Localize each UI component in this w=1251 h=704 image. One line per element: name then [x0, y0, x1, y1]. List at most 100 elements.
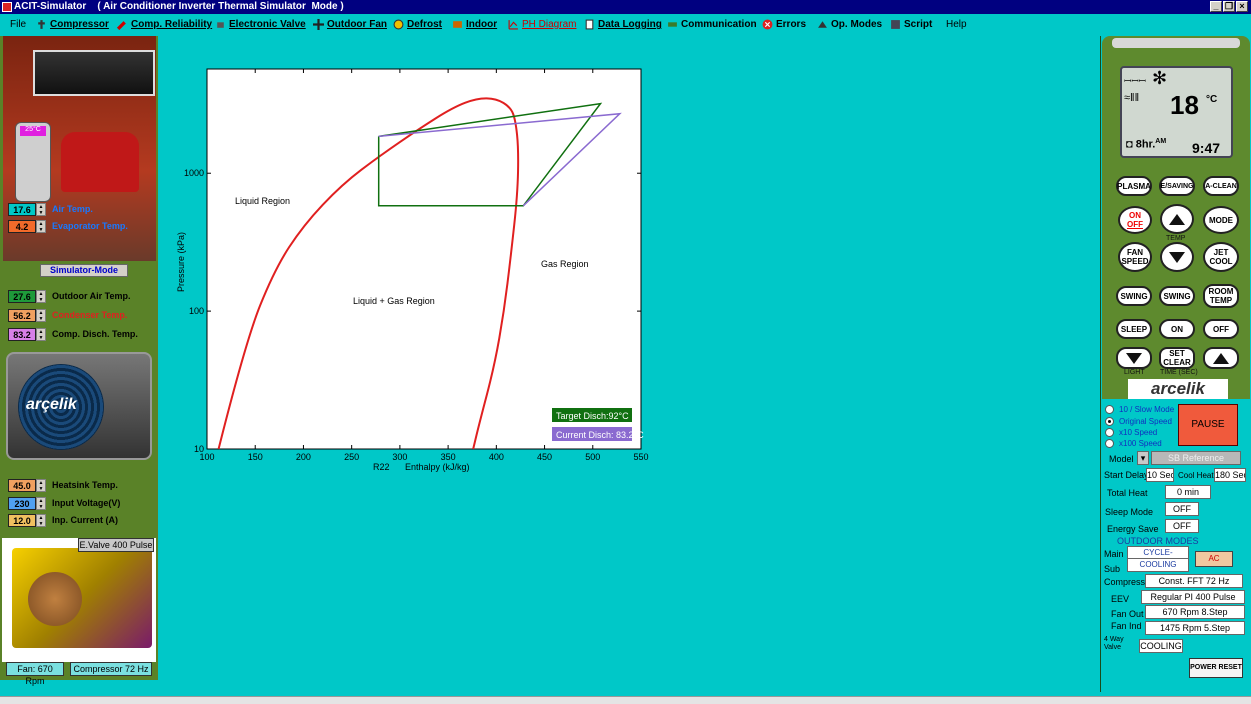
temp-up-icon: [1169, 213, 1185, 225]
timer-off-button[interactable]: OFF: [1203, 319, 1239, 339]
simulator-mode-button[interactable]: Simulator-Mode: [40, 264, 128, 277]
app-icon: [2, 2, 12, 12]
pause-button[interactable]: PAUSE: [1178, 404, 1238, 446]
compress-field: Const. FFT 72 Hz: [1145, 574, 1243, 588]
start-delay-field[interactable]: 10 Sec: [1146, 468, 1174, 482]
condenser-spinner[interactable]: ▲ ▼: [36, 308, 46, 322]
evap-temp-row: 4.2 ▲ ▼ Evaporator Temp.: [8, 219, 128, 233]
aclean-button[interactable]: A-CLEAN: [1203, 176, 1239, 196]
set-clear-button[interactable]: SET CLEAR: [1159, 347, 1195, 369]
cool-heat-field[interactable]: 180 Sec: [1214, 468, 1246, 482]
timer-on-button[interactable]: ON: [1159, 319, 1195, 339]
input-current-value[interactable]: 12.0: [8, 513, 36, 527]
input-voltage-spinner[interactable]: ▲ ▼: [36, 496, 46, 510]
speed-x10-radio[interactable]: x10 Speed: [1105, 427, 1157, 438]
menu-comp-reliability[interactable]: Comp. Reliability: [117, 19, 212, 30]
heatsink-spinner[interactable]: ▲ ▼: [36, 478, 46, 492]
wrench-icon: [117, 21, 126, 30]
air-temp-value[interactable]: 17.6: [8, 202, 36, 216]
swing-icon: ≈‖‖: [1124, 92, 1140, 104]
x-axis-label: Enthalpy (kJ/kg): [405, 462, 470, 472]
fan-bars-icon: ꟷꟷꟷ: [1124, 76, 1146, 86]
evap-temp-spinner[interactable]: ▲ ▼: [36, 219, 46, 233]
plasma-button[interactable]: PLASMA: [1116, 176, 1152, 196]
minimize-button[interactable]: _: [1210, 1, 1222, 12]
refrigerant-label: R22: [373, 462, 390, 472]
chart-icon: [508, 20, 518, 30]
menu-bar: File Compressor Comp. Reliability Electr…: [0, 14, 1251, 36]
evap-temp-label: Evaporator Temp.: [52, 221, 128, 231]
indoor-unit-image: [33, 50, 155, 96]
ac-button[interactable]: AC: [1195, 551, 1233, 567]
power-reset-button[interactable]: POWER RESET: [1189, 658, 1243, 678]
cool-heat-label: Cool Heat: [1178, 471, 1214, 480]
light-down-button[interactable]: [1116, 347, 1152, 369]
condenser-value[interactable]: 56.2: [8, 308, 36, 322]
close-button[interactable]: ×: [1236, 1, 1248, 12]
outdoor-unit-image: arçelik: [6, 352, 152, 460]
menu-file[interactable]: File: [10, 19, 26, 30]
up-button[interactable]: [1203, 347, 1239, 369]
evap-temp-value[interactable]: 4.2: [8, 219, 36, 233]
on-off-button[interactable]: ON OFF: [1118, 206, 1152, 234]
outdoor-air-spinner[interactable]: ▲ ▼: [36, 289, 46, 303]
jet-cool-button[interactable]: JET COOL: [1203, 242, 1239, 272]
legend-target: Target Disch:92°C: [556, 411, 629, 421]
outdoor-air-row: 27.6 ▲ ▼ Outdoor Air Temp.: [8, 289, 131, 303]
outdoor-air-value[interactable]: 27.6: [8, 289, 36, 303]
menu-data-logging[interactable]: Data Logging: [584, 19, 662, 30]
input-current-spinner[interactable]: ▲ ▼: [36, 513, 46, 527]
left-panel: 25°C 17.6 ▲ ▼ Air Temp. 4.2 ▲ ▼ Evaporator…: [0, 36, 158, 686]
sleep-button[interactable]: SLEEP: [1116, 319, 1152, 339]
temp-up-button[interactable]: [1160, 204, 1194, 234]
menu-defrost[interactable]: Defrost: [393, 19, 442, 30]
heatsink-value[interactable]: 45.0: [8, 478, 36, 492]
energy-save-field[interactable]: OFF: [1165, 519, 1199, 533]
x-tick-label: 250: [344, 452, 359, 462]
condenser-label: Condenser Temp.: [52, 310, 128, 320]
snowflake-icon: ✻: [1152, 68, 1168, 88]
esaving-button[interactable]: E/SAVING: [1159, 176, 1195, 196]
speed-x100-radio[interactable]: x100 Speed: [1105, 438, 1162, 449]
comp-disch-value[interactable]: 83.2: [8, 327, 36, 341]
x-tick-label: 350: [441, 452, 456, 462]
swing-button-2[interactable]: SWING: [1159, 286, 1195, 306]
swing-button-1[interactable]: SWING: [1116, 286, 1152, 306]
valve-label: Valve: [1104, 644, 1121, 651]
main-mode-label: Main: [1104, 549, 1124, 559]
menu-indoor[interactable]: Indoor: [452, 19, 497, 30]
sleep-mode-field[interactable]: OFF: [1165, 502, 1199, 516]
fan-out-field: 670 Rpm 8.Step: [1145, 605, 1245, 619]
speed-original-radio[interactable]: Original Speed: [1105, 416, 1172, 427]
menu-op-modes[interactable]: Op. Modes: [817, 19, 882, 30]
status-strip: [0, 696, 1251, 704]
legend-current: Current Disch: 83.2°C: [556, 430, 644, 440]
menu-help[interactable]: Help: [946, 19, 967, 30]
sub-mode-field: COOLING: [1127, 558, 1189, 572]
menu-errors[interactable]: Errors: [762, 19, 806, 30]
energy-save-label: Energy Save: [1107, 524, 1159, 534]
temp-down-button[interactable]: [1160, 242, 1194, 272]
model-dropdown-arrow[interactable]: ▾: [1137, 451, 1149, 465]
menu-electronic-valve[interactable]: Electronic Valve: [215, 19, 306, 30]
room-temp-button[interactable]: ROOM TEMP: [1203, 284, 1239, 308]
air-temp-spinner[interactable]: ▲ ▼: [36, 202, 46, 216]
menu-outdoor-fan[interactable]: Outdoor Fan: [313, 19, 387, 30]
right-panel: ✻ ꟷꟷꟷ ≈‖‖ 18 °C ◘ 8hr.AM 9:47 PLASMA E/S…: [1100, 36, 1250, 692]
window-title: ACIT-Simulator ( Air Conditioner Inverte…: [14, 1, 344, 12]
comp-disch-spinner[interactable]: ▲ ▼: [36, 327, 46, 341]
model-select[interactable]: SB Reference: [1151, 451, 1241, 465]
mode-button[interactable]: MODE: [1203, 206, 1239, 234]
fan-out-label: Fan Out: [1111, 609, 1144, 619]
menu-communication[interactable]: Communication: [667, 19, 757, 30]
total-heat-field[interactable]: 0 min: [1165, 485, 1211, 499]
fan-speed-button[interactable]: FAN SPEED: [1118, 242, 1152, 272]
menu-script[interactable]: Script: [890, 19, 932, 30]
input-current-row: 12.0 ▲ ▼ Inp. Current (A): [8, 513, 118, 527]
x-tick-label: 150: [248, 452, 263, 462]
speed-slow-radio[interactable]: 10 / Slow Mode: [1105, 404, 1174, 415]
input-voltage-value[interactable]: 230: [8, 496, 36, 510]
maximize-button[interactable]: ❐: [1223, 1, 1235, 12]
menu-ph-diagram[interactable]: PH Diagram: [508, 19, 576, 30]
menu-compressor[interactable]: Compressor: [36, 19, 109, 30]
